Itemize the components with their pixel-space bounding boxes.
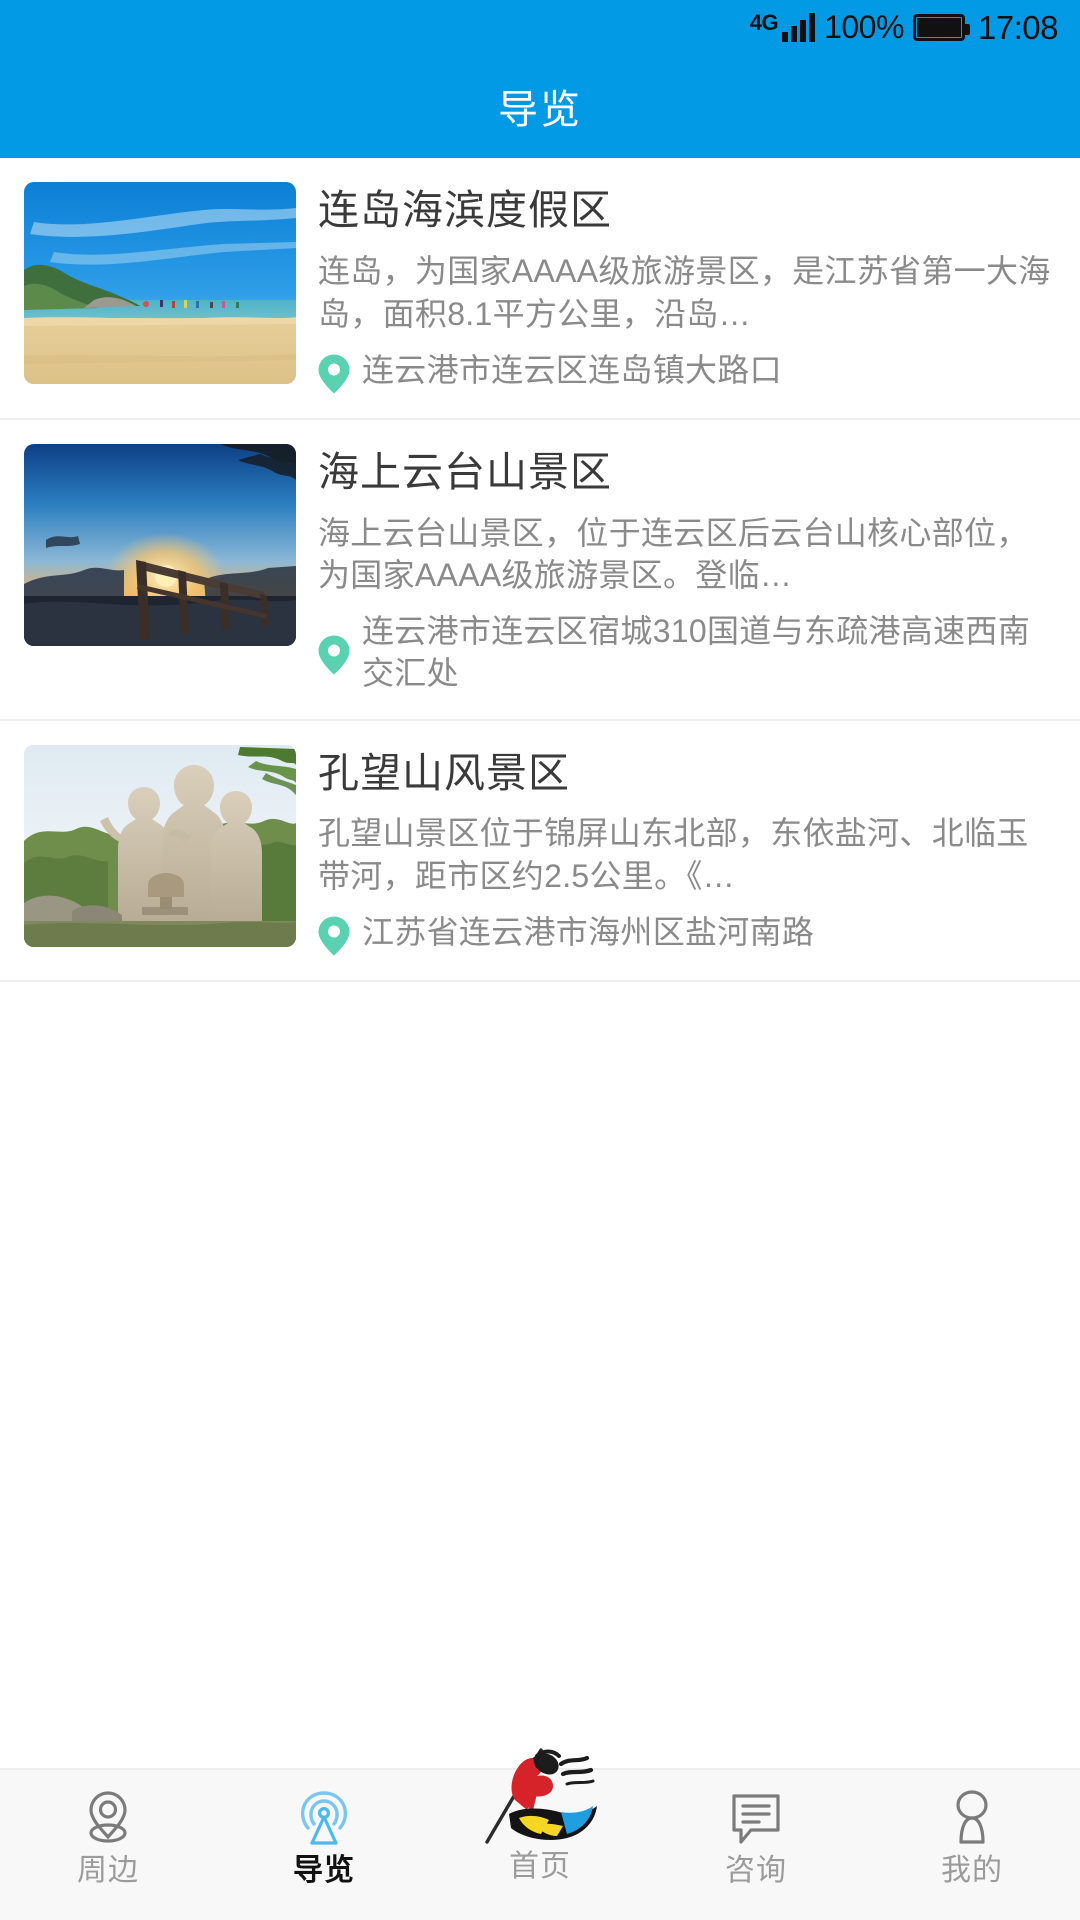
battery-icon [912, 13, 970, 41]
list-item-title: 连岛海滨度假区 [318, 188, 612, 233]
page-title: 导览 [498, 88, 582, 132]
list-item-description: 连岛，为国家AAAA级旅游景区，是江苏省第一大海岛，面积8.1平方公里，沿岛… [318, 252, 1051, 332]
status-bar-right-cluster: 4G 100% 17:08 [749, 8, 1059, 46]
map-pin-icon [77, 1786, 139, 1850]
app-bar: 导览 [0, 54, 1080, 158]
chat-bubble-icon [725, 1786, 787, 1850]
list-item-address: 江苏省连云港市海州区盐河南路 [362, 914, 815, 951]
attraction-thumbnail[interactable] [24, 744, 296, 947]
list-item-title: 孔望山风景区 [318, 750, 570, 796]
signal-strength-icon [782, 12, 816, 42]
list-item-address: 连云港市连云区连岛镇大路口 [362, 351, 782, 388]
nav-label-nearby: 周边 [77, 1854, 139, 1887]
list-item-address-row: 连云港市连云区宿城310国道与东疏港高速西南交汇处 [318, 611, 1054, 694]
nav-label-home: 首页 [509, 1850, 571, 1883]
nav-label-guide: 导览 [293, 1854, 355, 1887]
list-item-body: 连岛海滨度假区 连岛，为国家AAAA级旅游景区，是江苏省第一大海岛，面积8.1平… [318, 182, 1054, 394]
location-pin-icon [318, 635, 350, 675]
nav-item-home[interactable]: 首页 [432, 1748, 648, 1920]
person-icon [941, 1786, 1003, 1850]
list-item-address-row: 江苏省连云港市海州区盐河南路 [318, 912, 1054, 956]
list-item[interactable]: 海上云台山景区 海上云台山景区，位于连云区后云台山核心部位，为国家AAAA级旅游… [0, 419, 1080, 721]
broadcast-icon [293, 1786, 355, 1850]
list-item[interactable]: 连岛海滨度假区 连岛，为国家AAAA级旅游景区，是江苏省第一大海岛，面积8.1平… [0, 158, 1080, 420]
nav-label-mine: 我的 [941, 1854, 1003, 1887]
nav-item-consult[interactable]: 咨询 [648, 1770, 864, 1920]
list-item-description: 孔望山景区位于锦屏山东北部，东依盐河、北临玉带河，距市区约2.5公里。《… [318, 815, 1029, 895]
app-logo-icon [475, 1740, 605, 1852]
nav-item-mine[interactable]: 我的 [864, 1770, 1080, 1920]
list-item-description: 海上云台山景区，位于连云区后云台山核心部位，为国家AAAA级旅游景区。登临… [318, 514, 1029, 594]
location-pin-icon [318, 354, 350, 394]
bottom-navigation-bar: 周边 导览 首页 咨询 我的 [0, 1748, 1080, 1920]
list-item-address: 连云港市连云区宿城310国道与东疏港高速西南交汇处 [362, 613, 1030, 691]
nav-label-consult: 咨询 [725, 1854, 787, 1887]
nav-item-nearby[interactable]: 周边 [0, 1770, 216, 1920]
network-type-label: 4G [749, 10, 779, 35]
list-item-body: 孔望山风景区 孔望山景区位于锦屏山东北部，东依盐河、北临玉带河，距市区约2.5公… [318, 745, 1054, 957]
list-item-title: 海上云台山景区 [318, 449, 612, 495]
status-bar: 4G 100% 17:08 [0, 0, 1080, 54]
list-item[interactable]: 孔望山风景区 孔望山景区位于锦屏山东北部，东依盐河、北临玉带河，距市区约2.5公… [0, 720, 1080, 983]
list-item-address-row: 连云港市连云区连岛镇大路口 [318, 350, 1054, 394]
battery-percent-label: 100% [824, 9, 904, 45]
attraction-list: 连岛海滨度假区 连岛，为国家AAAA级旅游景区，是江苏省第一大海岛，面积8.1平… [0, 158, 1080, 983]
attraction-thumbnail[interactable] [24, 443, 296, 646]
clock-label: 17:08 [977, 8, 1059, 46]
nav-item-guide[interactable]: 导览 [216, 1770, 432, 1920]
list-item-body: 海上云台山景区 海上云台山景区，位于连云区后云台山核心部位，为国家AAAA级旅游… [318, 444, 1054, 695]
attraction-thumbnail[interactable] [24, 182, 296, 384]
location-pin-icon [318, 916, 350, 956]
